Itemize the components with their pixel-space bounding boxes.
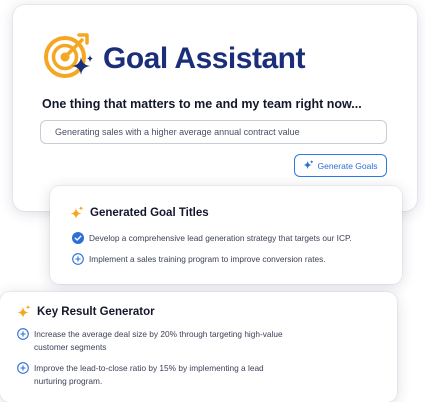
prompt-label: One thing that matters to me and my team… <box>42 97 362 111</box>
goal-item[interactable]: Implement a sales training program to im… <box>72 253 326 266</box>
goal-prompt-input[interactable]: Generating sales with a higher average a… <box>40 120 387 144</box>
check-circle-icon[interactable] <box>72 232 84 244</box>
key-result-generator-card: Key Result Generator Increase the averag… <box>0 292 397 402</box>
goal-item-label: Implement a sales training program to im… <box>89 254 326 264</box>
plus-circle-icon[interactable] <box>17 362 29 374</box>
sparkle-icon <box>17 305 31 318</box>
goal-item-label: Develop a comprehensive lead generation … <box>89 233 352 243</box>
key-result-label: Increase the average deal size by 20% th… <box>34 329 283 352</box>
sparkle-icon <box>303 160 315 170</box>
plus-circle-icon[interactable] <box>17 328 29 340</box>
generated-goals-card: Generated Goal Titles Develop a comprehe… <box>50 186 402 284</box>
generate-goals-label: Generate Goals <box>317 160 378 171</box>
app-title: Goal Assistant <box>103 42 305 75</box>
goal-item[interactable]: Develop a comprehensive lead generation … <box>72 232 352 245</box>
sparkle-icon <box>70 206 84 219</box>
plus-circle-icon[interactable] <box>72 253 84 265</box>
key-result-label: Improve the lead-to-close ratio by 15% b… <box>34 363 264 386</box>
key-result-item[interactable]: Increase the average deal size by 20% th… <box>17 328 382 353</box>
generate-goals-button[interactable]: Generate Goals <box>294 154 387 177</box>
goal-assistant-card: Goal Assistant One thing that matters to… <box>13 5 417 211</box>
key-result-title: Key Result Generator <box>17 305 155 319</box>
key-result-item[interactable]: Improve the lead-to-close ratio by 15% b… <box>17 362 382 387</box>
generated-goals-title: Generated Goal Titles <box>70 206 209 220</box>
target-sparkle-logo-icon <box>44 33 93 78</box>
